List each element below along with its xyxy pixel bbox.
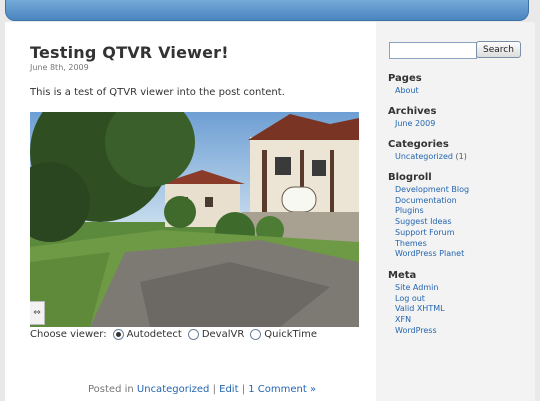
sidebar-link-log-out[interactable]: Log out [395,294,445,305]
sidebar-pages: Pages About [388,73,422,97]
sidebar-link-xfn[interactable]: XFN [395,315,445,326]
sidebar-link-suggest-ideas[interactable]: Suggest Ideas [395,217,469,228]
separator: | [212,384,216,395]
sidebar-heading-categories: Categories [388,139,449,150]
sidebar-category-item: Uncategorized (1) [395,152,467,163]
sidebar-link-june-2009[interactable]: June 2009 [395,119,436,130]
sidebar-link-site-admin[interactable]: Site Admin [395,283,445,294]
viewer-chooser: Choose viewer: Autodetect DevalVR QuickT… [30,329,317,340]
sidebar-link-uncategorized[interactable]: Uncategorized [395,152,453,161]
sidebar-archives: Archives June 2009 [388,106,436,130]
sidebar-meta: Meta Site Admin Log out Valid XHTML XFN … [388,270,445,337]
radio-quicktime[interactable] [250,329,262,340]
post-body: This is a test of QTVR viewer into the p… [30,87,285,98]
sidebar-link-wordpress-planet[interactable]: WordPress Planet [395,249,469,260]
sidebar-heading-blogroll: Blogroll [388,172,432,183]
sidebar-heading-archives: Archives [388,106,437,117]
sidebar-link-wordpress[interactable]: WordPress [395,326,445,337]
post-footer: Posted in Uncategorized | Edit | 1 Comme… [88,384,316,395]
sidebar-link-development-blog[interactable]: Development Blog [395,185,469,196]
search-input[interactable] [389,42,477,59]
arrows-icon[interactable]: ⇔ [30,301,45,325]
sidebar-link-themes[interactable]: Themes [395,239,469,250]
qtvr-panorama[interactable]: ⇔ [30,112,359,327]
sidebar-link-plugins[interactable]: Plugins [395,206,469,217]
post-title[interactable]: Testing QTVR Viewer! [30,43,229,62]
header-bar [5,0,529,21]
sidebar-link-about[interactable]: About [395,86,422,97]
radio-devalvr-label[interactable]: DevalVR [202,329,244,340]
category-count: (1) [455,152,467,161]
category-link[interactable]: Uncategorized [137,384,209,395]
panorama-image [30,112,359,327]
sidebar-link-documentation[interactable]: Documentation [395,196,469,207]
radio-devalvr[interactable] [187,329,199,340]
sidebar-categories: Categories Uncategorized (1) [388,139,467,163]
radio-quicktime-label[interactable]: QuickTime [264,329,317,340]
post-date: June 8th, 2009 [30,63,89,72]
edit-link[interactable]: Edit [219,384,238,395]
sidebar-heading-pages: Pages [388,73,422,84]
posted-in-text: Posted in [88,384,134,395]
comments-link[interactable]: 1 Comment » [248,384,316,395]
radio-autodetect[interactable] [112,329,124,340]
sidebar-heading-meta: Meta [388,270,417,281]
sidebar-link-support-forum[interactable]: Support Forum [395,228,469,239]
search-button[interactable]: Search [476,41,521,58]
viewer-label: Choose viewer: [30,329,107,340]
sidebar-link-valid-xhtml[interactable]: Valid XHTML [395,304,445,315]
radio-autodetect-label[interactable]: Autodetect [127,329,182,340]
sidebar-blogroll: Blogroll Development Blog Documentation … [388,172,469,260]
separator: | [241,384,246,395]
